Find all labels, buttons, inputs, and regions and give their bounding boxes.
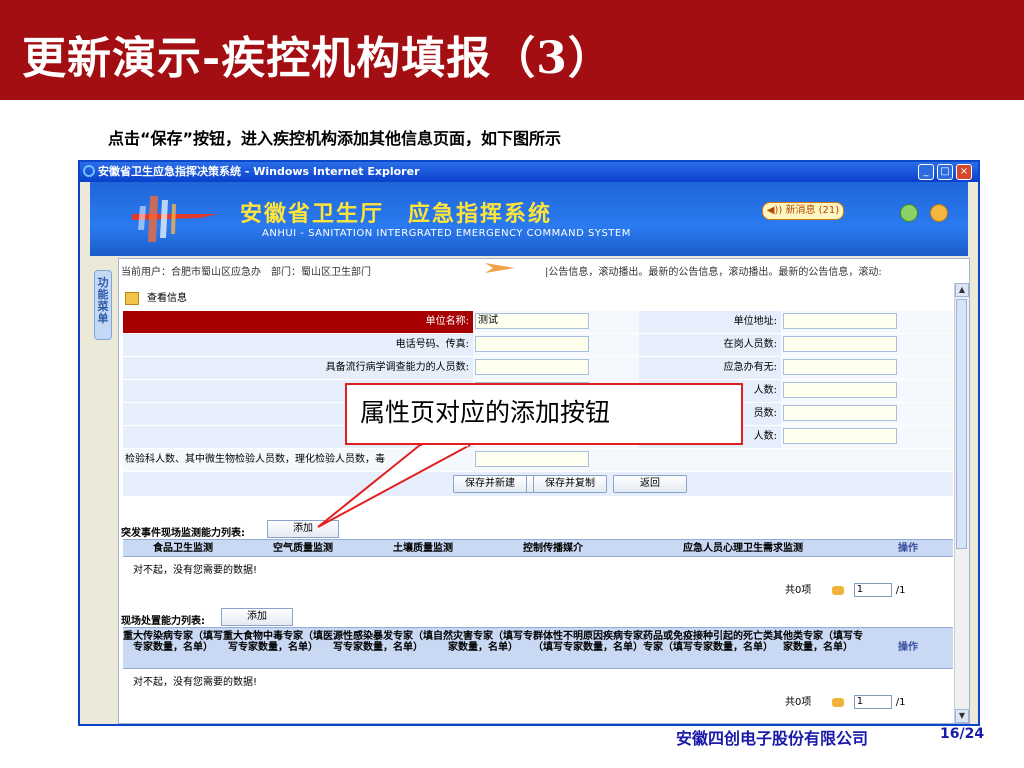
pager-total: 共0项 <box>785 585 812 596</box>
page-number: 16/24 <box>940 726 985 742</box>
slide-subtitle: 点击“保存”按钮，进入疾控机构添加其他信息页面，如下图所示 <box>108 129 562 148</box>
pager-of: /1 <box>895 697 906 708</box>
form-row: 检验科人数、其中微生物检验人员数，理化检验人员数，毒 <box>123 449 953 472</box>
field-label: 人数: <box>753 431 777 442</box>
column-header: 控制传播媒介 <box>523 543 583 554</box>
field-label: 具备流行病学调查能力的人员数: <box>325 362 469 373</box>
pager-total: 共0项 <box>785 697 812 708</box>
unit-name-input[interactable]: 测试 <box>475 313 589 329</box>
app-name: 安徽省卫生厅 应急指挥系统 <box>240 201 553 227</box>
slide-title: 更新演示-疾控机构填报（3） <box>22 33 613 84</box>
window-title: 安徽省卫生应急指挥决策系统 - Windows Internet Explore… <box>98 165 420 178</box>
new-message-button[interactable]: ◀)) 新消息 (21) <box>762 202 844 220</box>
column-header: 医源性感染暴发专家（填写专家数量，名单） <box>323 631 433 653</box>
current-user-info: 当前用户：合肥市蜀山区应急办 部门：蜀山区卫生部门 <box>121 267 371 278</box>
pager: 共0项 1/1 <box>785 693 905 709</box>
system-logo-icon <box>132 196 218 242</box>
column-header: 空气质量监测 <box>273 543 333 554</box>
add-monitoring-button[interactable]: 添加 <box>267 520 339 538</box>
pager-of: /1 <box>895 585 906 596</box>
form-input[interactable] <box>783 405 897 421</box>
company-name: 安徽四创电子股份有限公司 <box>676 729 869 748</box>
column-header: 其他类专家（填写专家数量，名单） <box>773 631 863 653</box>
emergency-office-input[interactable] <box>783 359 897 375</box>
disposal-list-label: 现场处置能力列表: <box>121 616 205 627</box>
hand-pointer-icon <box>831 697 844 707</box>
form-row: 电话号码、传真: 在岗人员数: <box>123 334 953 357</box>
form-button-row: 保存并新建 保存并复制 返回 <box>123 472 953 496</box>
page-number-input[interactable]: 1 <box>853 695 892 709</box>
back-button[interactable]: 返回 <box>613 475 687 493</box>
function-menu-tab[interactable]: 功能菜单 <box>94 270 112 340</box>
epidemiology-staff-input[interactable] <box>475 359 589 375</box>
minimize-button[interactable]: _ <box>918 164 934 180</box>
slide-title-bar: 更新演示-疾控机构填报（3） <box>0 0 1024 100</box>
view-info-header: 查看信息 <box>125 289 187 305</box>
hand-pointer-icon <box>831 585 844 595</box>
empty-message: 对不起，没有您需要的数据! <box>133 677 258 688</box>
app-english-name: ANHUI - SANITATION INTERGRATED EMERGENCY… <box>262 228 631 239</box>
column-header: 重大食物中毒专家（填写专家数量，名单） <box>223 631 323 653</box>
field-label: 检验科人数、其中微生物检验人员数，理化检验人员数，毒 <box>125 454 385 465</box>
field-label: 应急办有无: <box>723 362 777 373</box>
vertical-scrollbar[interactable]: ▲ ▼ <box>954 283 969 723</box>
folder-icon <box>125 291 139 305</box>
field-label: 员数: <box>753 408 777 419</box>
content-area: 当前用户：合肥市蜀山区应急办 部门：蜀山区卫生部门 |公告信息，滚动播出。最新的… <box>118 258 970 724</box>
pager: 共0项 1/1 <box>785 581 905 597</box>
phone-fax-input[interactable] <box>475 336 589 352</box>
field-label: 单位地址: <box>733 316 777 327</box>
scroll-down-icon[interactable]: ▼ <box>955 709 969 723</box>
field-label: 单位名称: <box>425 316 469 327</box>
form-row: 具备流行病学调查能力的人员数: 应急办有无: <box>123 357 953 380</box>
save-and-copy-button[interactable]: 保存并复制 <box>533 475 607 493</box>
view-info-label: 查看信息 <box>147 293 187 304</box>
page-number-input[interactable]: 1 <box>853 583 892 597</box>
empty-message: 对不起，没有您需要的数据! <box>133 565 258 576</box>
form-input[interactable] <box>783 382 897 398</box>
scroll-up-icon[interactable]: ▲ <box>955 283 969 297</box>
field-label: 在岗人员数: <box>723 339 777 350</box>
form-row: 单位名称: 测试 单位地址: <box>123 311 953 334</box>
add-disposal-button[interactable]: 添加 <box>221 608 293 626</box>
app-header: 安徽省卫生厅 应急指挥系统 ANHUI - SANITATION INTERGR… <box>90 182 968 256</box>
ie-logo-icon <box>83 165 95 177</box>
save-and-new-button[interactable]: 保存并新建 <box>453 475 527 493</box>
column-header: 操作 <box>898 543 918 554</box>
column-header: 群体性不明原因疾病专家（填写专家数量，名单） <box>533 631 643 653</box>
callout-text: 属性页对应的添加按钮 <box>360 398 611 427</box>
column-header: 食品卫生监测 <box>153 543 213 554</box>
form-input[interactable] <box>783 428 897 444</box>
monitoring-list-label: 突发事件现场监测能力列表: <box>121 528 245 539</box>
home-icon[interactable] <box>900 204 918 222</box>
logout-icon[interactable] <box>930 204 948 222</box>
staff-count-input[interactable] <box>783 336 897 352</box>
column-header: 应急人员心理卫生需求监测 <box>683 543 803 554</box>
notice-marquee: |公告信息，滚动播出。最新的公告信息，滚动播出。最新的公告信息，滚动: <box>545 267 882 278</box>
unit-address-input[interactable] <box>783 313 897 329</box>
column-header: 自然灾害专家（填写专家数量，名单） <box>433 631 533 653</box>
column-header: 土壤质量监测 <box>393 543 453 554</box>
scroll-thumb[interactable] <box>956 299 967 549</box>
arrow-icon <box>485 263 515 273</box>
column-header: 重大传染病专家（填写专家数量，名单） <box>123 631 223 653</box>
monitoring-table-header: 食品卫生监测 空气质量监测 土壤质量监测 控制传播媒介 应急人员心理卫生需求监测… <box>123 539 953 557</box>
column-header: 药品或免疫接种引起的死亡类专家（填写专家数量，名单） <box>643 631 773 653</box>
maximize-button[interactable]: □ <box>937 164 953 180</box>
disposal-table-header: 重大传染病专家（填写专家数量，名单） 重大食物中毒专家（填写专家数量，名单） 医… <box>123 627 953 669</box>
close-button[interactable]: × <box>956 164 972 180</box>
column-header: 操作 <box>898 642 918 653</box>
lab-staff-input[interactable] <box>475 451 589 467</box>
field-label: 电话号码、传真: <box>395 339 469 350</box>
field-label: 人数: <box>753 385 777 396</box>
window-title-bar: 安徽省卫生应急指挥决策系统 - Windows Internet Explore… <box>80 162 978 182</box>
